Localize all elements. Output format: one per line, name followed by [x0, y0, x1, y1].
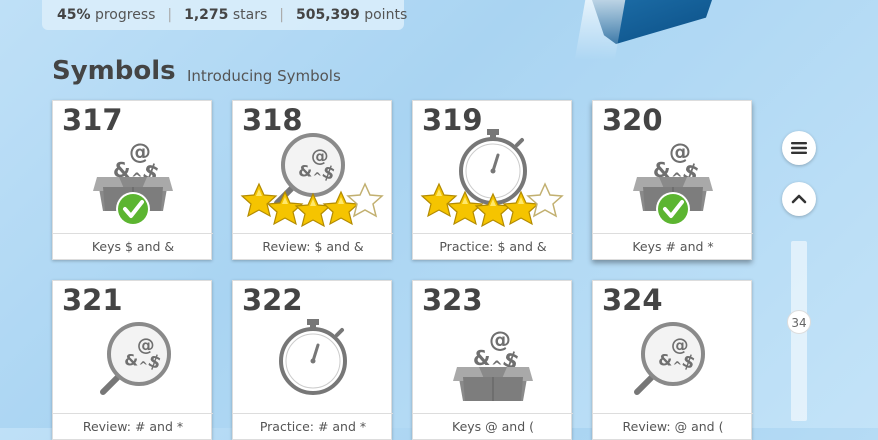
- magnifier-symbols-icon: [53, 309, 213, 413]
- points-value: 505,399: [296, 7, 360, 23]
- lesson-label: Practice: $ and &: [413, 233, 573, 260]
- divider: |: [279, 7, 285, 23]
- lesson-label: Keys # and *: [593, 233, 753, 260]
- lesson-label: Practice: # and *: [233, 413, 393, 440]
- scrollbar-thumb[interactable]: 34: [787, 310, 811, 334]
- lesson-card-317[interactable]: 317 Keys $ and &: [52, 100, 213, 260]
- symbols-box-icon: [452, 328, 534, 402]
- hamburger-icon: [791, 142, 807, 154]
- lesson-card-322[interactable]: 322 Practice: # and *: [232, 280, 393, 440]
- menu-button[interactable]: [782, 131, 816, 165]
- section-title: Symbols: [52, 56, 176, 86]
- lesson-label: Review: @ and (: [593, 413, 753, 440]
- chevron-up-icon: [791, 194, 807, 204]
- section-subtitle: Introducing Symbols: [187, 67, 341, 85]
- progress-value: 45%: [57, 7, 91, 23]
- background-light-beam: [574, 0, 626, 60]
- stars-value: 1,275: [184, 7, 229, 23]
- lesson-label: Review: # and *: [53, 413, 213, 440]
- lesson-card-324[interactable]: 324 Review: @ and (: [592, 280, 753, 440]
- lesson-card-323[interactable]: 323 Keys @ and (: [412, 280, 573, 440]
- lesson-card-321[interactable]: 321 Review: # and *: [52, 280, 213, 440]
- symbols-box-icon: [92, 140, 174, 228]
- stars-label: stars: [232, 7, 268, 23]
- lesson-label: Review: $ and &: [233, 233, 393, 260]
- stopwatch-icon: [279, 317, 347, 395]
- lesson-card-319[interactable]: 319 Practice: $ and &: [412, 100, 573, 260]
- points-label: points: [364, 7, 408, 23]
- stopwatch-icon: [421, 129, 563, 227]
- scroll-up-button[interactable]: [782, 182, 816, 216]
- lesson-label: Keys @ and (: [413, 413, 573, 440]
- lesson-label: Keys $ and &: [53, 233, 213, 260]
- lesson-card-318[interactable]: 318 Review: $ and &: [232, 100, 393, 260]
- progress-label: progress: [94, 7, 156, 23]
- divider: |: [167, 7, 173, 23]
- symbols-box-icon: [632, 140, 714, 228]
- stats-bar: 45% progress | 1,275 stars | 505,399 poi…: [42, 0, 408, 30]
- magnifier-symbols-icon: [241, 129, 383, 227]
- magnifier-symbols-icon: [593, 309, 753, 413]
- lesson-card-320[interactable]: 320 Keys # and *: [592, 100, 753, 260]
